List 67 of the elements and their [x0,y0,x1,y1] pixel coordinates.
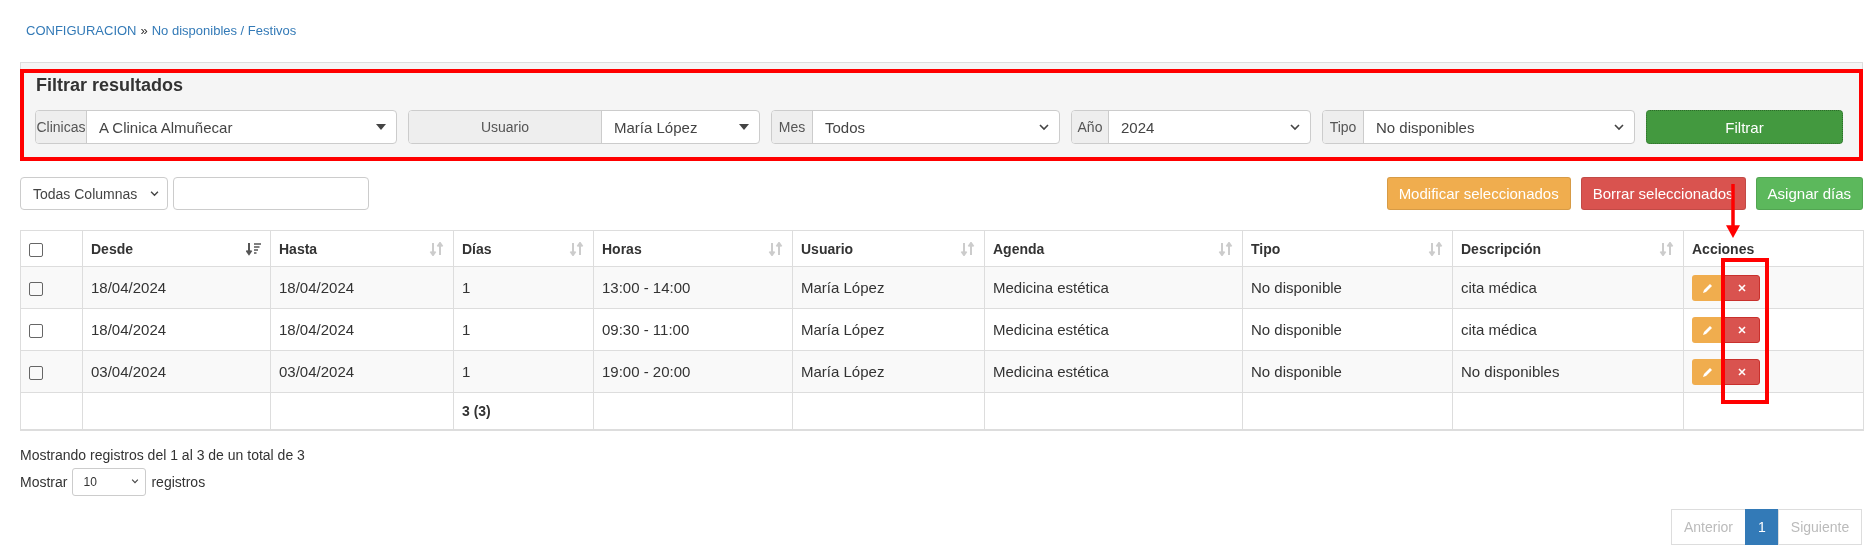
table-cell: 1 [462,363,471,380]
table-cell: María López [801,279,885,296]
chevron-down-icon [131,479,140,484]
panel-title: Filtrar resultados [35,75,185,97]
table-cell: Medicina estética [993,279,1109,296]
column-header: Acciones [1692,240,1755,257]
table-cell: Medicina estética [993,321,1109,338]
pencil-icon [1702,323,1714,336]
table-cell: 03/04/2024 [279,363,355,380]
table-cell: 18/04/2024 [279,279,355,296]
table-cell: 19:00 - 20:00 [602,363,691,380]
table-cell: 1 [462,321,471,338]
table-cell: cita médica [1461,279,1537,296]
column-header: Descripción [1461,240,1542,257]
column-header: Usuario [801,240,854,257]
breadcrumb-separator: » [140,22,148,38]
column-header: Horas [602,240,642,257]
table-cell: 18/04/2024 [279,321,355,338]
close-icon [1737,282,1747,293]
table-cell: María López [801,321,885,338]
column-header: Tipo [1251,240,1281,257]
table-cell: cita médica [1461,321,1537,338]
table-cell: No disponible [1251,321,1342,338]
table-cell: 13:00 - 14:00 [602,279,691,296]
column-header: Días [462,240,492,257]
table-cell: No disponible [1251,363,1342,380]
page-size-select[interactable]: 10 [72,467,147,496]
table-cell: María López [801,363,885,380]
edit-button[interactable] [1692,274,1724,301]
table-cell: 09:30 - 11:00 [602,321,690,338]
length-label: registros [151,473,206,490]
records-info: Mostrando registros del 1 al 3 de un total de 3 [20,446,306,465]
pencil-icon [1702,281,1714,294]
row-checkbox[interactable] [29,324,43,338]
table-cell: 18/04/2024 [91,321,167,338]
table-cell: 03/04/2024 [91,363,167,380]
sort-descending-icon[interactable] [246,241,262,256]
filter-button[interactable]: Filtrar [1646,110,1843,144]
close-icon [1737,366,1747,377]
pencil-icon [1702,365,1714,378]
length-label: Mostrar [20,473,68,490]
table-cell: Medicina estética [993,363,1109,380]
pagination-button[interactable]: 1 [1745,509,1779,545]
breadcrumb-link[interactable]: No disponibles / Festivos [151,22,297,38]
delete-button[interactable] [1724,358,1760,385]
search-field[interactable] [173,177,369,210]
row-checkbox[interactable] [29,366,43,380]
row-checkbox[interactable] [29,282,43,296]
close-icon [1737,324,1747,335]
column-header: Agenda [993,240,1045,257]
column-header: Hasta [279,240,318,257]
column-select[interactable]: Todas Columnas [20,177,168,210]
delete-button[interactable] [1724,274,1760,301]
edit-button[interactable] [1692,316,1724,343]
action-button[interactable]: Borrar seleccionados [1580,177,1746,210]
select-all-checkbox[interactable] [29,242,43,257]
action-button[interactable]: Asignar días [1755,177,1863,210]
chevron-down-icon [150,190,159,197]
delete-button[interactable] [1724,316,1760,343]
table-cell: 1 [462,279,471,296]
table-cell: No disponible [1251,279,1342,296]
table-cell: No disponibles [1461,363,1560,380]
table-cell: 18/04/2024 [91,279,167,296]
total-cell: 3 (3) [462,403,491,420]
column-header: Desde [91,240,134,257]
edit-button[interactable] [1692,358,1724,385]
breadcrumb-link[interactable]: CONFIGURACION [26,22,137,38]
